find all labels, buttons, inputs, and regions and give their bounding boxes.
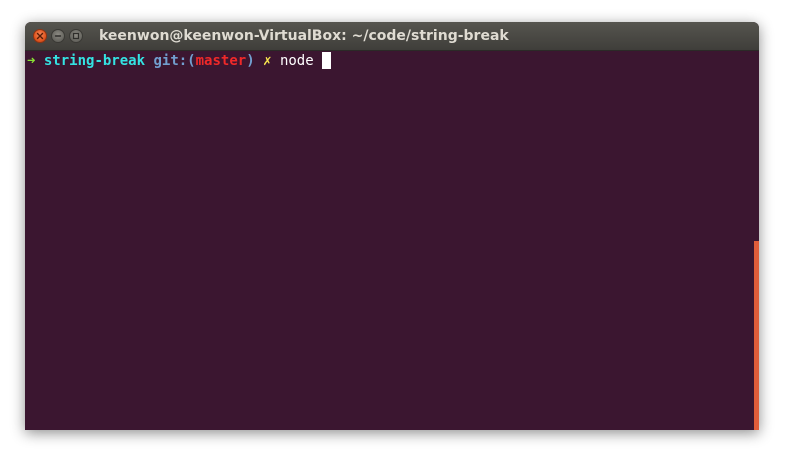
title-bar[interactable]: keenwon@keenwon-VirtualBox: ~/code/strin… xyxy=(25,22,759,51)
window-title: keenwon@keenwon-VirtualBox: ~/code/strin… xyxy=(99,28,509,44)
prompt-dirty-icon: ✗ xyxy=(263,53,272,69)
scrollbar-thumb[interactable] xyxy=(754,241,759,430)
prompt-git-prefix: git:( xyxy=(153,53,196,69)
maximize-icon xyxy=(72,32,80,40)
maximize-button[interactable] xyxy=(69,29,83,43)
terminal-window: keenwon@keenwon-VirtualBox: ~/code/strin… xyxy=(25,22,759,430)
prompt-git-suffix: ) xyxy=(246,53,255,69)
text-cursor xyxy=(322,52,332,69)
minimize-button[interactable] xyxy=(51,29,65,43)
minimize-icon xyxy=(54,35,62,37)
prompt-git-branch: master xyxy=(195,53,247,69)
prompt-arrow-icon: ➜ xyxy=(27,53,36,69)
close-icon xyxy=(36,32,44,40)
command-input[interactable]: node xyxy=(280,53,314,69)
close-button[interactable] xyxy=(33,29,47,43)
prompt-directory: string-break xyxy=(43,53,146,69)
terminal-area[interactable]: ➜ string-break git:(master) ✗ node xyxy=(25,51,759,430)
prompt-line: ➜ string-break git:(master) ✗ node xyxy=(27,52,332,70)
